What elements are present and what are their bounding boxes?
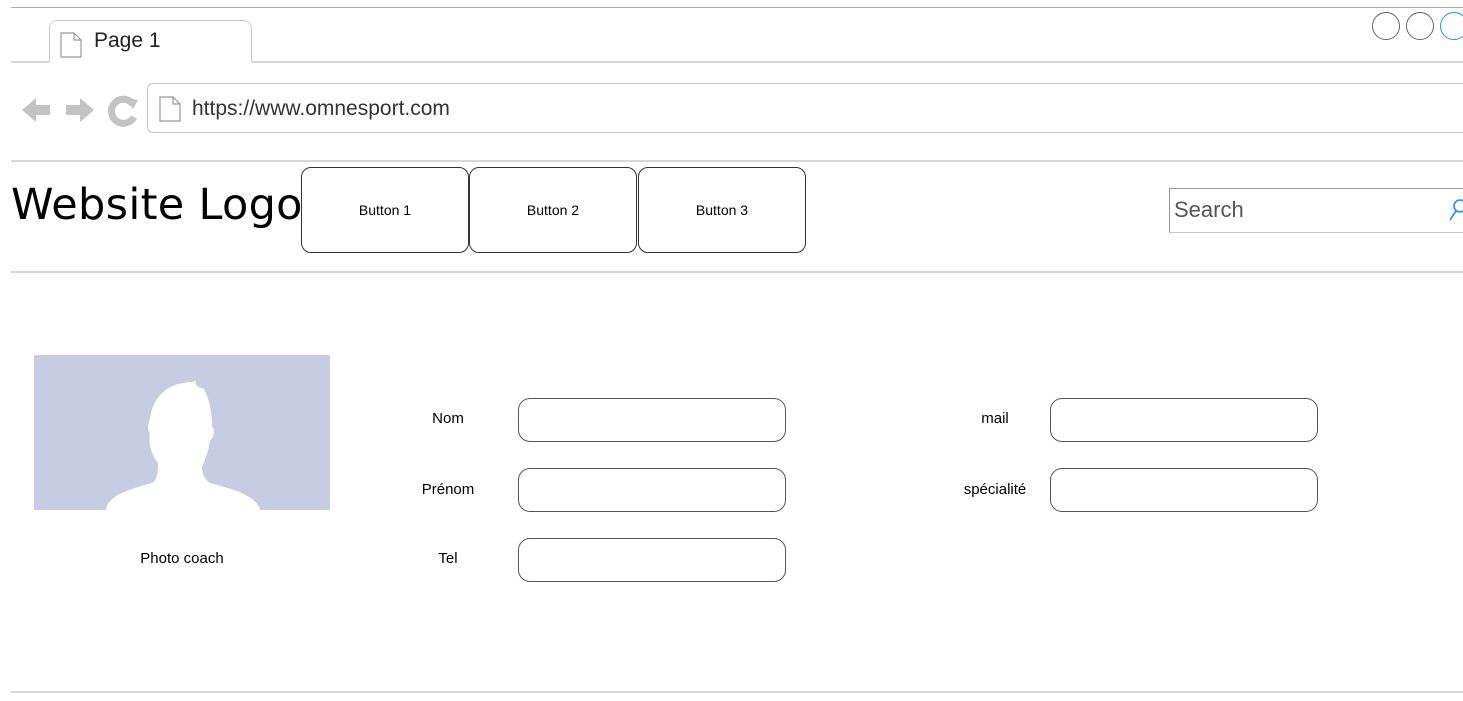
tel-label: Tel xyxy=(438,550,458,567)
prenom-field xyxy=(518,468,786,512)
chrome-divider xyxy=(11,160,1463,162)
window-maximize-button[interactable] xyxy=(1406,12,1434,40)
prenom-input[interactable] xyxy=(519,469,785,511)
url-text: https://www.omnesport.com xyxy=(192,97,450,120)
header-divider xyxy=(11,271,1463,273)
coach-photo xyxy=(34,355,330,510)
tel-input[interactable] xyxy=(519,539,785,581)
top-border xyxy=(11,7,1463,8)
window-close-button[interactable] xyxy=(1440,12,1463,40)
tel-field xyxy=(518,538,786,582)
page-icon xyxy=(60,32,82,63)
prenom-label: Prénom xyxy=(421,481,475,498)
tab-strip-line-right xyxy=(252,61,1463,63)
search-box xyxy=(1169,188,1463,233)
nav-controls xyxy=(20,92,140,135)
refresh-icon[interactable] xyxy=(107,95,138,127)
tab-label: Page 1 xyxy=(94,29,161,52)
mail-label: mail xyxy=(981,410,1009,427)
nav-button-1[interactable]: Button 1 xyxy=(301,167,469,253)
photo-label: Photo coach xyxy=(140,550,224,567)
address-bar[interactable]: https://www.omnesport.com xyxy=(147,83,1463,133)
person-silhouette-icon xyxy=(106,381,260,510)
window-minimize-button[interactable] xyxy=(1372,12,1400,40)
specialite-label: spécialité xyxy=(963,481,1027,498)
nav-button-2[interactable]: Button 2 xyxy=(469,167,637,253)
search-icon[interactable] xyxy=(1448,198,1463,229)
tab-strip-line xyxy=(11,61,49,63)
mail-input[interactable] xyxy=(1051,399,1317,441)
nom-field xyxy=(518,398,786,442)
browser-tab[interactable]: Page 1 xyxy=(49,20,252,62)
specialite-field xyxy=(1050,468,1318,512)
mail-field xyxy=(1050,398,1318,442)
footer-divider xyxy=(11,691,1463,693)
forward-arrow-icon[interactable] xyxy=(66,98,94,122)
back-arrow-icon[interactable] xyxy=(22,98,50,122)
specialite-input[interactable] xyxy=(1051,469,1317,511)
nom-input[interactable] xyxy=(519,399,785,441)
nom-label: Nom xyxy=(432,410,464,427)
website-logo[interactable]: Website Logo xyxy=(11,180,303,230)
nav-button-3[interactable]: Button 3 xyxy=(638,167,806,253)
page-icon xyxy=(159,96,181,127)
search-input[interactable] xyxy=(1174,194,1434,226)
